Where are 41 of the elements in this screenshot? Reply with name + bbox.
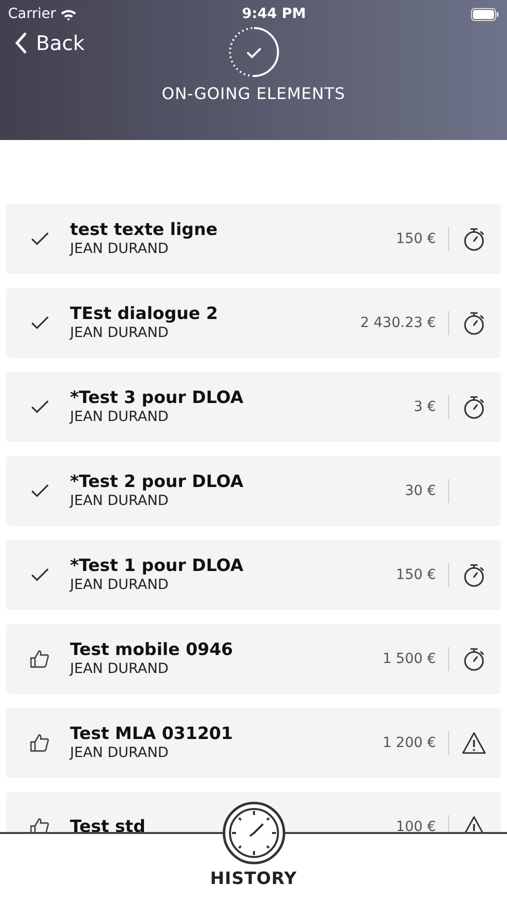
amount: 150 € [396, 566, 436, 584]
element-card[interactable]: Test MLA 031201 JEAN DURAND 1 200 € [6, 708, 501, 778]
person-name: JEAN DURAND [70, 744, 170, 762]
element-title: *Test 1 pour DLOA [70, 556, 244, 576]
chevron-left-icon [14, 32, 28, 54]
amount: 2 430.23 € [360, 314, 436, 332]
element-card[interactable]: TEst dialogue 2 JEAN DURAND 2 430.23 € [6, 288, 501, 358]
back-button[interactable]: Back [14, 28, 85, 58]
amount: 150 € [396, 230, 436, 248]
element-title: Test MLA 031201 [70, 724, 234, 744]
amount: 30 € [404, 482, 436, 500]
element-title: *Test 2 pour DLOA [70, 472, 244, 492]
person-name: JEAN DURAND [70, 660, 170, 678]
element-card[interactable]: *Test 3 pour DLOA JEAN DURAND 3 € [6, 372, 501, 442]
element-title: Test mobile 0946 [70, 640, 234, 660]
history-tab[interactable]: HISTORY [210, 867, 297, 892]
element-title: test texte ligne [70, 220, 218, 240]
amount: 1 200 € [382, 734, 436, 752]
element-card[interactable]: Test mobile 0946 JEAN DURAND 1 500 € [6, 624, 501, 694]
person-name: JEAN DURAND [70, 240, 170, 258]
person-name: JEAN DURAND [70, 576, 170, 594]
history-clock-icon[interactable] [222, 801, 286, 865]
element-title: TEst dialogue 2 [70, 304, 219, 324]
screen-title: ON-GOING ELEMENTS [160, 83, 346, 105]
element-card[interactable]: *Test 1 pour DLOA JEAN DURAND 150 € [6, 540, 501, 610]
element-card[interactable]: *Test 2 pour DLOA JEAN DURAND 30 € [6, 456, 501, 526]
wifi-icon [60, 8, 77, 20]
person-name: JEAN DURAND [70, 408, 170, 426]
clock-time: 9:44 PM [242, 4, 306, 24]
element-card[interactable]: Test std 100 € [6, 792, 501, 832]
amount: 3 € [414, 398, 436, 416]
element-card[interactable]: test texte ligne JEAN DURAND 150 € [6, 204, 501, 274]
element-title: *Test 3 pour DLOA [70, 388, 244, 408]
person-name: JEAN DURAND [70, 492, 170, 510]
carrier-label: Carrier [8, 4, 56, 24]
element-title: Test std [70, 816, 146, 832]
amount: 1 500 € [382, 650, 436, 668]
progress-check-icon [228, 26, 280, 78]
battery-icon [471, 8, 499, 20]
person-name: JEAN DURAND [70, 324, 170, 342]
amount: 100 € [396, 818, 436, 832]
